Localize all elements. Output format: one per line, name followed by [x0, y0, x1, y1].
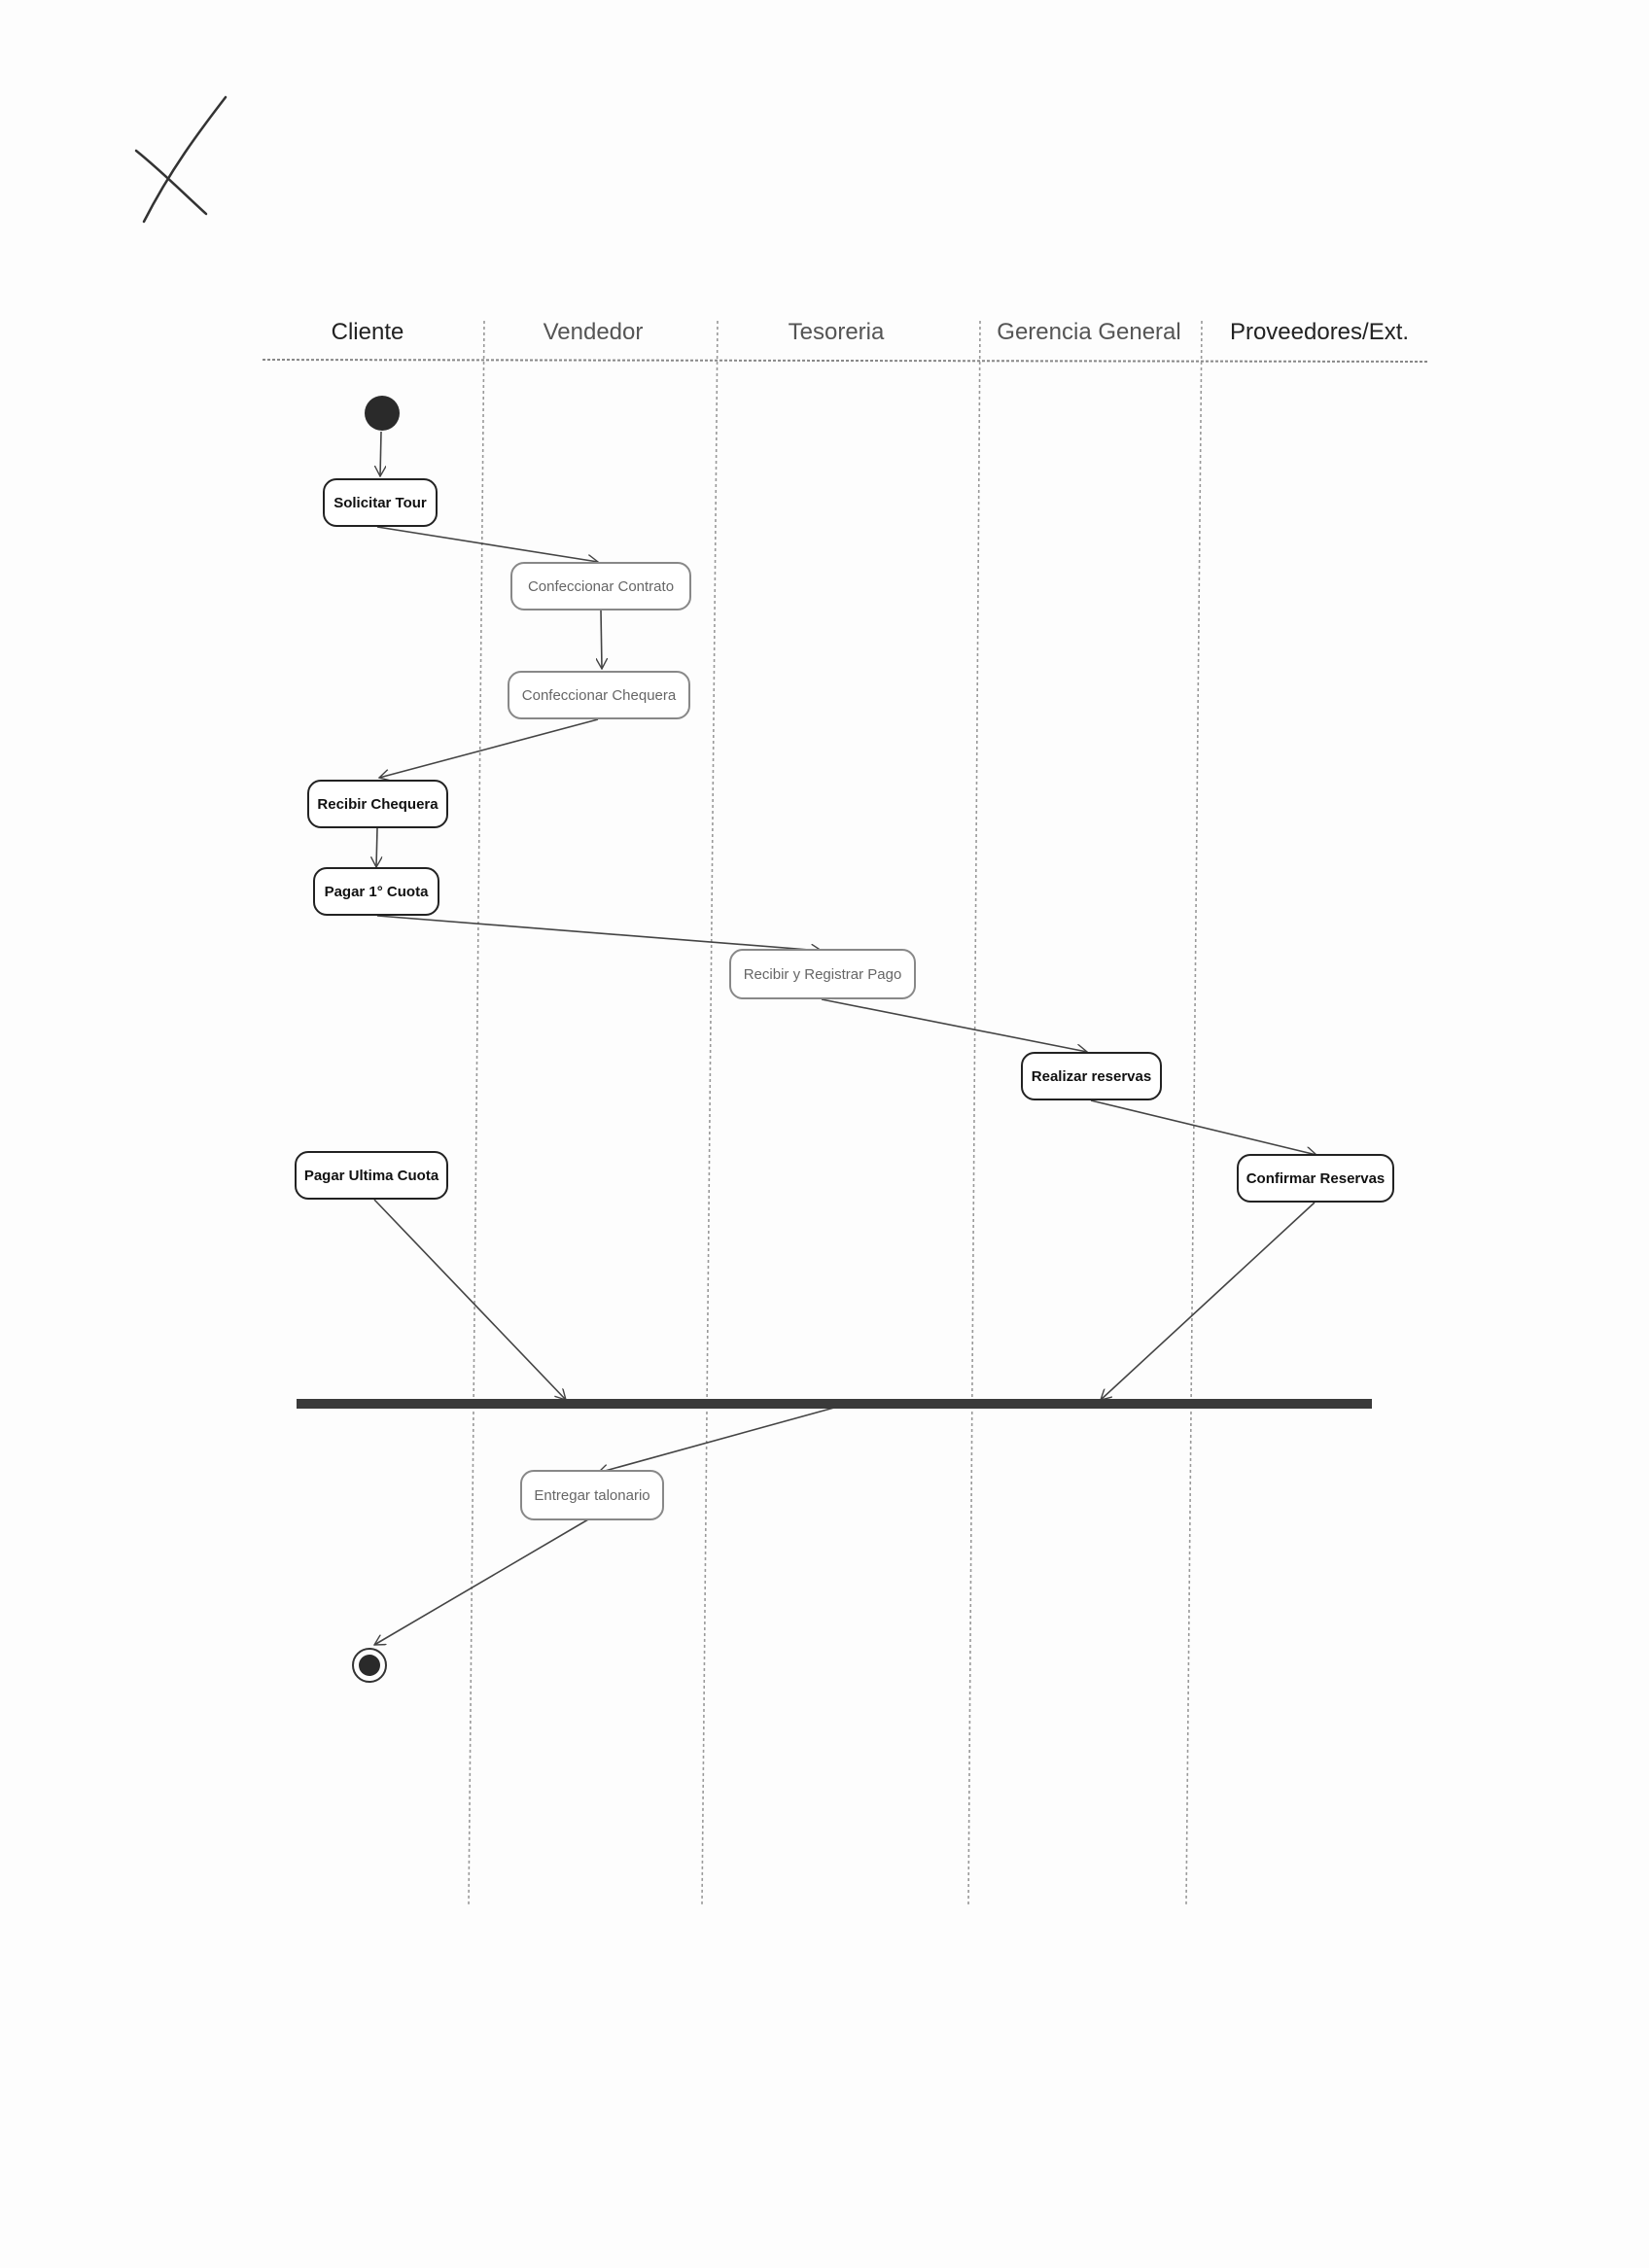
lane-header-proveedores: Proveedores/Ext.: [1229, 319, 1410, 345]
lane-header-cliente: Cliente: [331, 319, 404, 345]
activity-recibir-registrar-pago: Recibir y Registrar Pago: [729, 949, 916, 999]
arrow-contrato-to-chequera: [601, 610, 602, 669]
activity-recibir-chequera: Recibir Chequera: [307, 780, 448, 828]
page: Cliente Vendedor Tesoreria Gerencia Gene…: [0, 0, 1649, 2268]
lane-divider-4: [1185, 320, 1203, 1906]
activity-solicitar-tour: Solicitar Tour: [323, 478, 438, 527]
arrow-chequera-to-recibir: [379, 718, 599, 778]
activity-entregar-talonario: Entregar talonario: [520, 1470, 664, 1520]
arrow-solicitar-to-contrato: [376, 526, 598, 562]
handwritten-x-mark: [134, 95, 228, 224]
arrow-start-to-solicitar: [380, 431, 381, 476]
arrow-entregar-to-end: [374, 1518, 589, 1645]
arrow-confirmar-to-fork: [1101, 1202, 1316, 1400]
header-divider: [262, 359, 1428, 363]
arrow-gerencia-to-proveedores: [1090, 1099, 1316, 1155]
activity-confirmar-reservas: Confirmar Reservas: [1237, 1154, 1394, 1203]
lane-header-gerencia-general: Gerencia General: [997, 319, 1181, 345]
activity-confeccionar-contrato: Confeccionar Contrato: [510, 562, 691, 611]
initial-node: [365, 396, 400, 431]
activity-pagar-1-cuota: Pagar 1° Cuota: [313, 867, 439, 916]
lane-header-vendedor: Vendedor: [543, 319, 644, 345]
lane-divider-1: [468, 320, 485, 1906]
arrow-recibir-to-pagar: [376, 827, 377, 867]
arrow-ultima-to-fork: [373, 1199, 566, 1400]
synchronization-bar: [297, 1399, 1372, 1409]
lane-header-tesoreria: Tesoreria: [788, 319, 885, 345]
arrow-fork-to-entregar: [598, 1407, 835, 1473]
final-node: [352, 1648, 387, 1683]
transitions: [373, 431, 1316, 1645]
activity-confeccionar-chequera: Confeccionar Chequera: [508, 671, 690, 719]
arrow-tesoreria-to-gerencia: [821, 998, 1087, 1052]
lane-divider-2: [701, 320, 719, 1906]
activity-realizar-reservas: Realizar reservas: [1021, 1052, 1162, 1100]
activity-pagar-ultima-cuota: Pagar Ultima Cuota: [295, 1151, 448, 1200]
arrow-pagar-to-tesoreria: [376, 915, 822, 951]
lane-divider-3: [967, 320, 981, 1906]
